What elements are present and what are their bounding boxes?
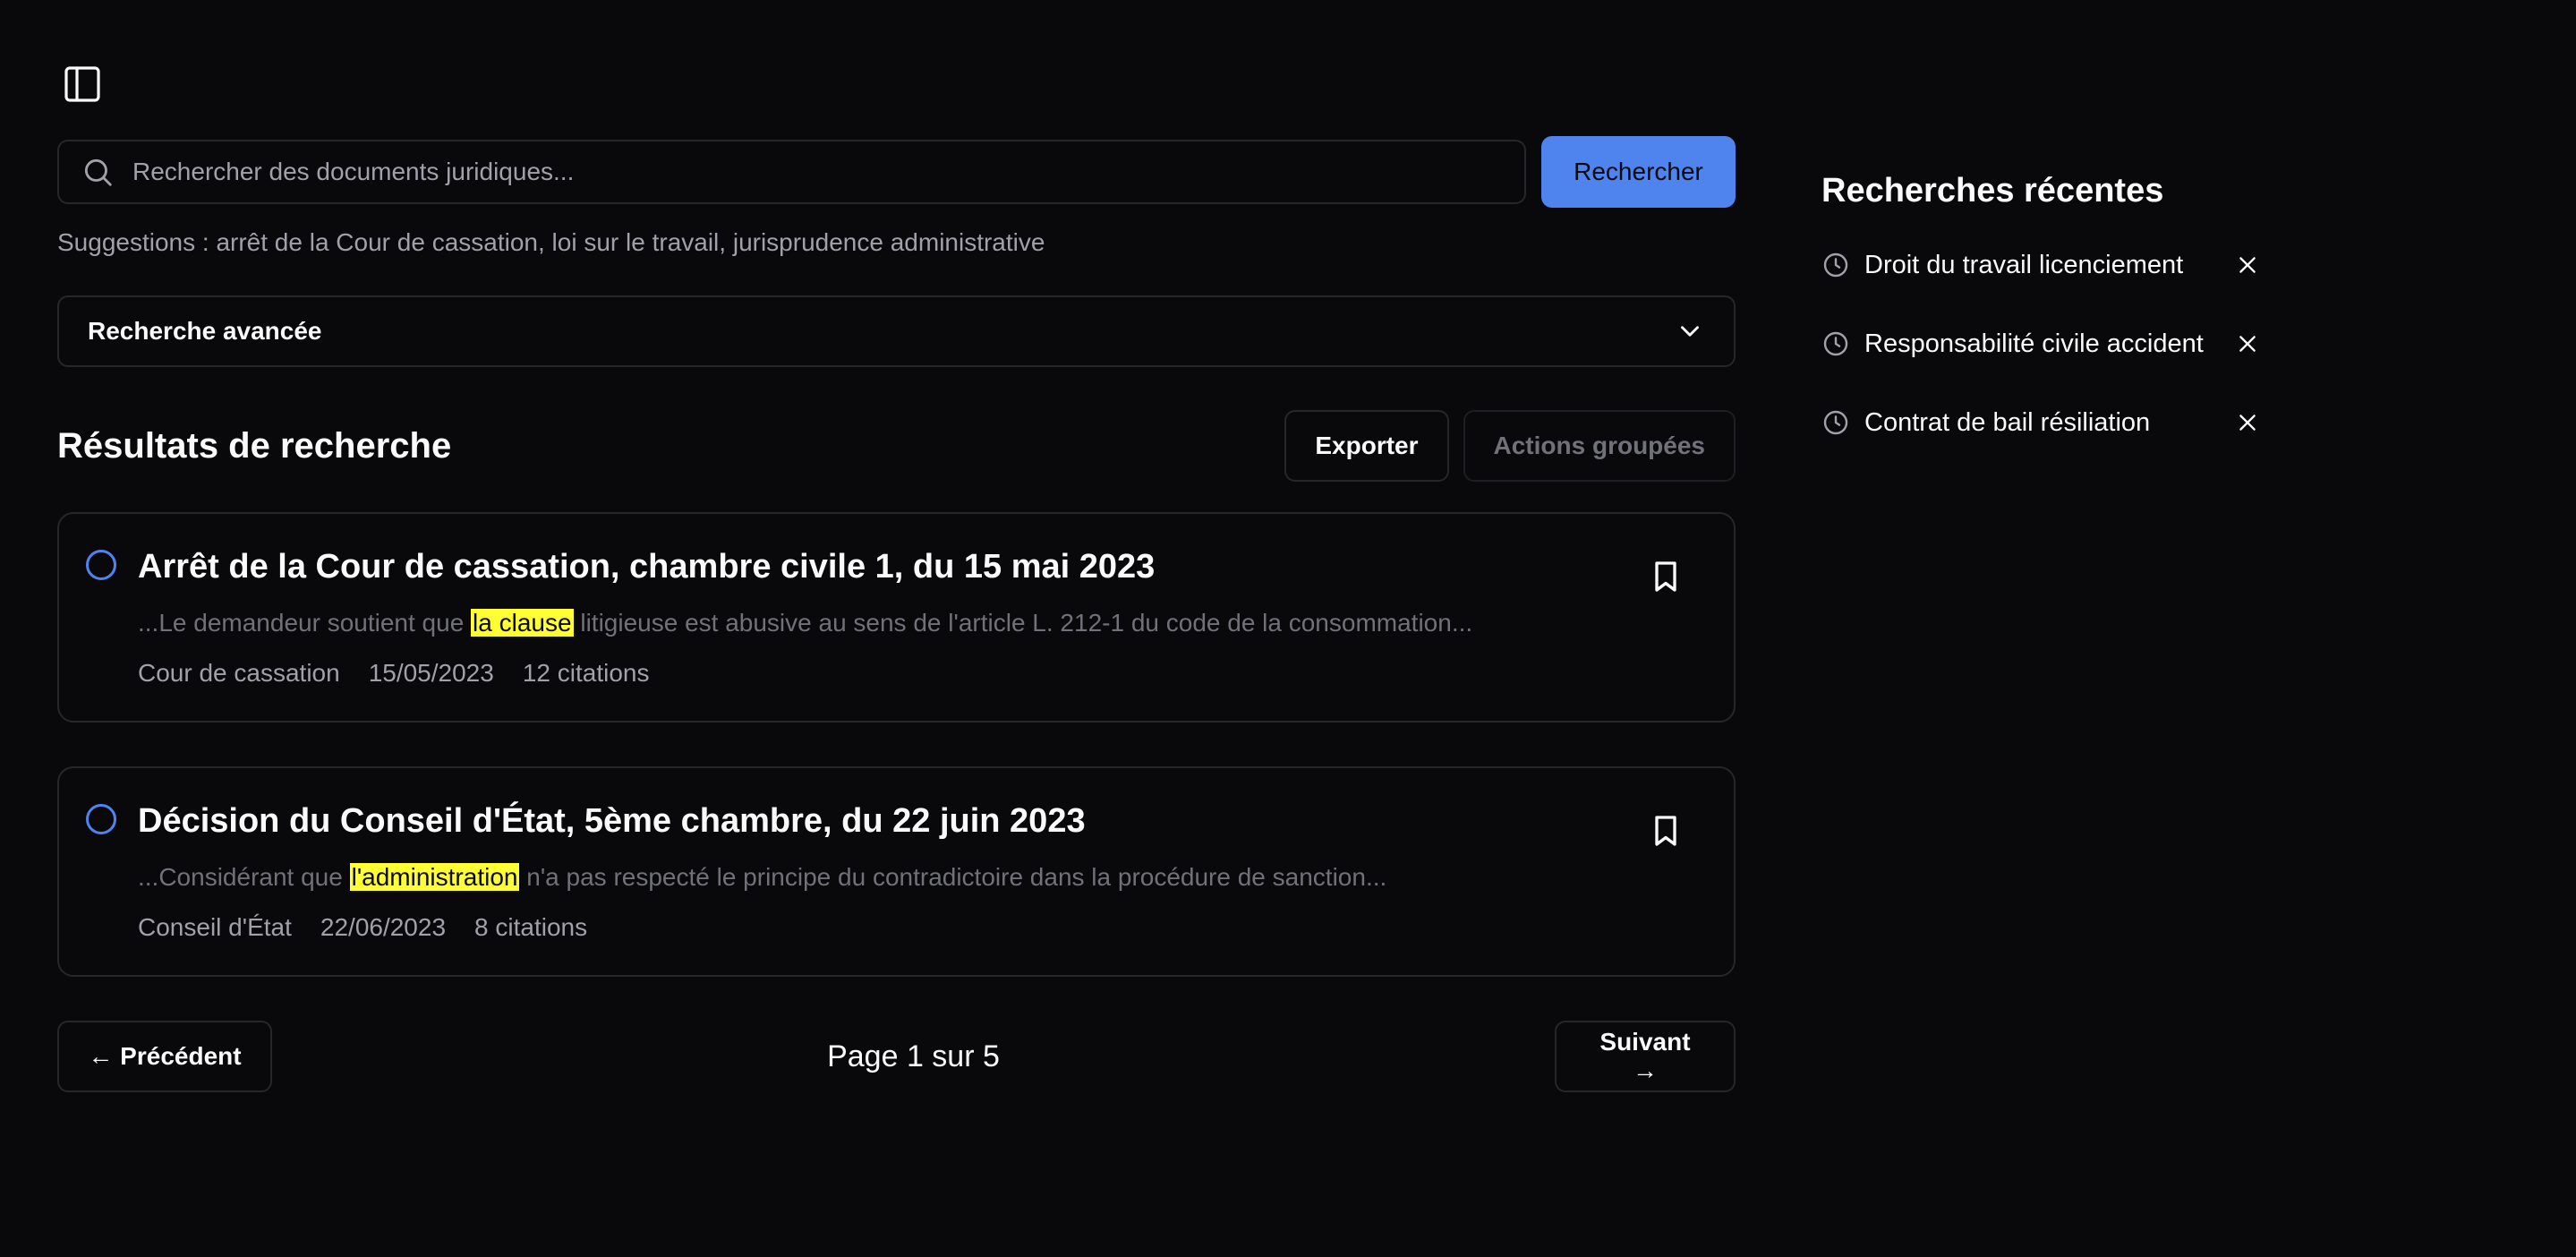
snippet-highlight: la clause [471, 609, 574, 637]
clock-icon [1823, 331, 1848, 356]
main-content: Rechercher Suggestions : arrêt de la Cou… [57, 136, 1736, 1092]
remove-recent-button[interactable] [2231, 249, 2264, 281]
results-header: Résultats de recherche Exporter Actions … [57, 410, 1736, 482]
recent-searches-panel: Recherches récentes Droit du travail lic… [1821, 168, 2323, 483]
result-citations: 12 citations [522, 659, 650, 687]
close-icon [2239, 336, 2256, 352]
recent-search-text[interactable]: Droit du travail licenciement [1864, 251, 2183, 280]
suggestion-separator: , [537, 228, 552, 256]
result-title[interactable]: Décision du Conseil d'État, 5ème chambre… [138, 802, 1086, 841]
search-input[interactable] [115, 141, 1524, 202]
chevron-down-icon [1681, 326, 1699, 337]
snippet-text: ...Le demandeur soutient que [138, 609, 472, 637]
close-icon [2239, 415, 2256, 431]
remove-recent-button[interactable] [2231, 406, 2264, 439]
page: Rechercher Suggestions : arrêt de la Cou… [0, 0, 2576, 1257]
bookmark-button[interactable] [1644, 555, 1687, 598]
recent-searches-title: Recherches récentes [1821, 172, 2164, 210]
result-citations: 8 citations [474, 913, 588, 941]
pagination: ← Précédent Page 1 sur 5 Suivant → [57, 1021, 1736, 1092]
bookmark-icon [1655, 561, 1676, 592]
panel-left-icon [64, 66, 100, 102]
result-snippet: ...Considérant que l'administration n'a … [138, 863, 1386, 892]
close-icon [2239, 257, 2256, 273]
result-title[interactable]: Arrêt de la Cour de cassation, chambre c… [138, 548, 1155, 586]
export-button[interactable]: Exporter [1284, 410, 1449, 482]
recent-search-item: Responsabilité civile accident [1821, 326, 2323, 362]
search-button[interactable]: Rechercher [1541, 136, 1736, 208]
suggestion-separator: , [719, 228, 733, 256]
sidebar-toggle-button[interactable] [57, 59, 107, 109]
result-meta: Cour de cassation 15/05/2023 12 citation… [138, 659, 649, 688]
result-snippet: ...Le demandeur soutient que la clause l… [138, 609, 1472, 637]
result-card: Décision du Conseil d'État, 5ème chambre… [57, 766, 1736, 977]
bookmark-button[interactable] [1644, 809, 1687, 852]
snippet-text: litigieuse est abusive au sens de l'arti… [573, 609, 1473, 637]
results-title: Résultats de recherche [57, 425, 452, 466]
result-meta: Conseil d'État 22/06/2023 8 citations [138, 913, 587, 942]
recent-search-item: Contrat de bail résiliation [1821, 405, 2323, 440]
result-card: Arrêt de la Cour de cassation, chambre c… [57, 512, 1736, 723]
advanced-search-toggle[interactable]: Recherche avancée [57, 295, 1736, 367]
suggestions-prefix: Suggestions : [57, 228, 217, 256]
results-actions: Exporter Actions groupées [1284, 410, 1736, 482]
remove-recent-button[interactable] [2231, 328, 2264, 360]
search-row: Rechercher [57, 136, 1736, 208]
result-court: Conseil d'État [138, 913, 292, 941]
recent-search-item: Droit du travail licenciement [1821, 247, 2323, 283]
result-select-radio[interactable] [86, 550, 116, 580]
snippet-highlight: l'administration [349, 863, 520, 891]
recent-search-text[interactable]: Contrat de bail résiliation [1864, 408, 2150, 438]
advanced-search-label: Recherche avancée [88, 317, 322, 345]
recent-search-text[interactable]: Responsabilité civile accident [1864, 329, 2204, 359]
result-select-radio[interactable] [86, 804, 116, 834]
recent-searches-list: Droit du travail licenciement Responsabi… [1821, 247, 2323, 440]
search-box [57, 140, 1526, 204]
clock-icon [1823, 410, 1848, 435]
result-court: Cour de cassation [138, 659, 340, 687]
bulk-actions-button[interactable]: Actions groupées [1463, 410, 1736, 482]
suggestion-jurisprudence[interactable]: jurisprudence administrative [733, 228, 1045, 256]
next-page-button[interactable]: Suivant → [1554, 1021, 1736, 1092]
suggestion-travail[interactable]: loi sur le travail [552, 228, 720, 256]
result-date: 22/06/2023 [320, 913, 447, 941]
snippet-text: n'a pas respecté le principe du contradi… [519, 863, 1387, 891]
clock-icon [1823, 252, 1848, 278]
bookmark-icon [1655, 816, 1676, 846]
search-icon [84, 158, 112, 186]
result-date: 15/05/2023 [368, 659, 494, 687]
suggestion-cassation[interactable]: arrêt de la Cour de cassation [216, 228, 538, 256]
previous-page-button[interactable]: ← Précédent [57, 1021, 272, 1092]
page-indicator: Page 1 sur 5 [827, 1039, 1000, 1073]
snippet-text: ...Considérant que [138, 863, 350, 891]
suggestions: Suggestions : arrêt de la Cour de cassat… [57, 226, 1736, 260]
